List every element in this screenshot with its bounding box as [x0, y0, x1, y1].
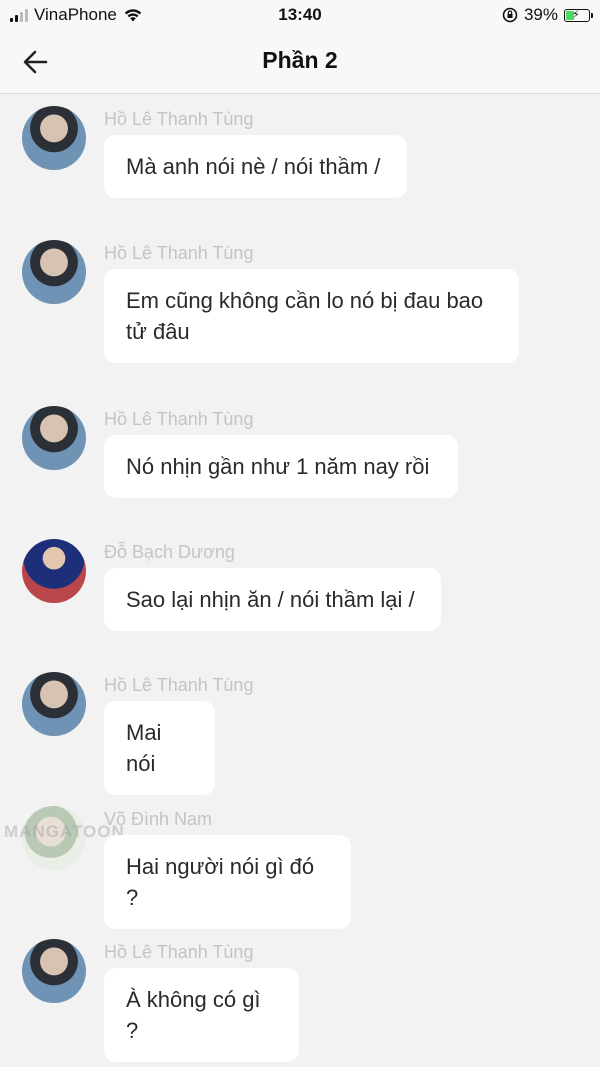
- sender-name: Hồ Lê Thanh Tùng: [104, 942, 254, 962]
- avatar[interactable]: [22, 939, 86, 1003]
- battery-percent: 39%: [523, 5, 558, 24]
- message-bubble[interactable]: Nó nhịn gần như 1 năm nay rồi: [104, 435, 458, 498]
- message-bubble[interactable]: À không có gì ?: [104, 968, 299, 1062]
- page-title: Phần 2: [262, 47, 338, 73]
- sender-name: Hồ Lê Thanh Tùng: [104, 675, 254, 695]
- message-bubble[interactable]: Mà anh nói nè / nói thầm /: [104, 135, 407, 198]
- sender-name: Võ Đình Nam: [104, 809, 213, 829]
- sender-name: Đỗ Bạch Dương: [104, 542, 235, 562]
- message-bubble[interactable]: Mai nói: [104, 701, 215, 795]
- sender-name: Hồ Lê Thanh Tùng: [104, 109, 254, 129]
- avatar[interactable]: [22, 406, 86, 470]
- avatar[interactable]: [22, 106, 86, 170]
- avatar[interactable]: [22, 240, 86, 304]
- status-right: 39% ⚡: [502, 5, 593, 25]
- orientation-lock-icon: [502, 7, 518, 23]
- bolt-icon: ⚡: [572, 8, 580, 21]
- avatar[interactable]: [22, 672, 86, 736]
- message-bubble[interactable]: Em cũng không cần lo nó bị đau bao tử đâ…: [104, 269, 519, 363]
- avatar[interactable]: [22, 539, 86, 603]
- sender-name: Hồ Lê Thanh Tùng: [104, 243, 254, 263]
- status-bar: VinaPhone 13:40 39% ⚡: [0, 0, 600, 30]
- message-bubble[interactable]: Hai người nói gì đó ?: [104, 835, 351, 929]
- message-bubble[interactable]: Sao lại nhịn ăn / nói thầm lại /: [104, 568, 441, 631]
- sender-name: Hồ Lê Thanh Tùng: [104, 409, 254, 429]
- chat-header: Phần 2: [0, 30, 600, 94]
- battery-charging-icon: ⚡: [564, 8, 593, 22]
